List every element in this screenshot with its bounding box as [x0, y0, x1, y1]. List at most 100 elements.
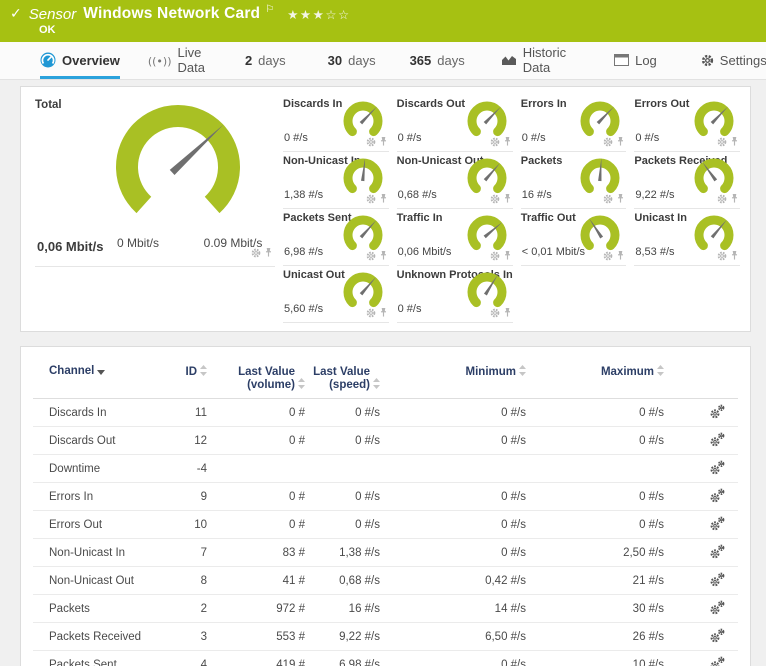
gauge-cell-unknown-protocols-in[interactable]: Unknown Protocols In 0 #/s	[396, 266, 513, 323]
gauge-cell-unicast-in[interactable]: Unicast In 8,53 #/s	[634, 209, 740, 266]
gauge-cell-icons	[603, 136, 625, 147]
gauge-cell-unicast-out[interactable]: Unicast Out 5,60 #/s	[283, 266, 389, 323]
pin-icon[interactable]	[264, 247, 273, 258]
gauge-settings-icon[interactable]	[603, 137, 613, 147]
gauge-cell-icons	[366, 193, 388, 204]
gauge-value: 9,22 #/s	[635, 189, 675, 201]
tab-2-days[interactable]: 2 days	[245, 42, 286, 79]
gauge-settings-icon[interactable]	[366, 137, 376, 147]
cell-maximum: 30 #/s	[632, 602, 664, 615]
channel-settings-button[interactable]	[709, 404, 726, 419]
pin-icon[interactable]	[730, 136, 739, 147]
gauge-cell-traffic-in[interactable]: Traffic In 0,06 Mbit/s	[396, 209, 513, 266]
gauge-cell-icons	[603, 250, 625, 261]
column-header-vol[interactable]: Last Value (volume)	[207, 365, 305, 391]
tab-settings[interactable]: Settings	[701, 42, 766, 79]
gauge-settings-icon[interactable]	[717, 137, 727, 147]
table-row-errors-out[interactable]: Errors Out 10 0 # 0 #/s 0 #/s 0 #/s	[33, 511, 738, 539]
pin-icon[interactable]	[379, 136, 388, 147]
gauge-settings-icon[interactable]	[490, 308, 500, 318]
gauge-settings-icon[interactable]	[490, 194, 500, 204]
pin-icon[interactable]	[503, 193, 512, 204]
table-row-non-unicast-in[interactable]: Non-Unicast In 7 83 # 1,38 #/s 0 #/s 2,50 #/s	[33, 539, 738, 567]
channel-settings-button[interactable]	[709, 572, 726, 587]
overview-gauges-panel: Total 0 Mbit/s 0.09 Mbit/s 0,06 Mbit/s D…	[20, 86, 751, 332]
pin-icon[interactable]	[616, 136, 625, 147]
gauge-cell-non-unicast-in[interactable]: Non-Unicast In 1,38 #/s	[283, 152, 389, 209]
gauge-cell-total[interactable]: Total 0 Mbit/s 0.09 Mbit/s 0,06 Mbit/s	[35, 95, 275, 267]
gauge-settings-icon[interactable]	[603, 194, 613, 204]
gauge-settings-icon[interactable]	[251, 248, 261, 258]
prtg-sensor-page: ✓ Sensor Windows Network Card ⚐ ★★★☆☆ OK…	[0, 0, 766, 666]
pin-icon[interactable]	[616, 193, 625, 204]
gauge-settings-icon[interactable]	[717, 251, 727, 261]
column-header-id[interactable]: ID	[159, 365, 207, 378]
gauge-cell-discards-in[interactable]: Discards In 0 #/s	[283, 95, 389, 152]
table-row-packets-received[interactable]: Packets Received 3 553 # 9,22 #/s 6,50 #/s 26…	[33, 623, 738, 651]
pin-icon[interactable]	[379, 193, 388, 204]
channel-settings-button[interactable]	[709, 488, 726, 503]
column-header-max[interactable]: Maximum	[526, 365, 664, 378]
pin-icon[interactable]	[730, 193, 739, 204]
cell-last-value-speed: 16 #/s	[348, 602, 380, 615]
pin-icon[interactable]	[503, 136, 512, 147]
channel-settings-button[interactable]	[709, 432, 726, 447]
channel-settings-button[interactable]	[709, 628, 726, 643]
gauge-value: < 0,01 Mbit/s	[521, 246, 586, 258]
cell-maximum: 0 #/s	[639, 406, 664, 419]
column-header-speed[interactable]: Last Value (speed)	[305, 365, 380, 391]
priority-flag-icon[interactable]: ⚐	[265, 4, 274, 15]
column-label: Minimum	[465, 366, 516, 378]
gauge-settings-icon[interactable]	[717, 194, 727, 204]
table-row-downtime[interactable]: Downtime -4	[33, 455, 738, 483]
gauge-cell-discards-out[interactable]: Discards Out 0 #/s	[396, 95, 513, 152]
pin-icon[interactable]	[379, 307, 388, 318]
tab-overview[interactable]: Overview	[40, 42, 120, 79]
tab-live-data[interactable]: ((•)) Live Data	[148, 42, 205, 79]
pin-icon[interactable]	[616, 250, 625, 261]
channel-settings-button[interactable]	[709, 460, 726, 475]
channel-settings-button[interactable]	[709, 656, 726, 666]
gear-icon	[701, 54, 714, 67]
table-row-packets[interactable]: Packets 2 972 # 16 #/s 14 #/s 30 #/s	[33, 595, 738, 623]
gauge-cell-packets-received[interactable]: Packets Received 9,22 #/s	[634, 152, 740, 209]
cell-last-value-volume: 972 #	[276, 602, 305, 615]
pin-icon[interactable]	[503, 250, 512, 261]
table-row-discards-in[interactable]: Discards In 11 0 # 0 #/s 0 #/s 0 #/s	[33, 399, 738, 427]
column-header-min[interactable]: Minimum	[380, 365, 526, 378]
priority-stars[interactable]: ★★★☆☆	[287, 7, 351, 22]
gauge-settings-icon[interactable]	[366, 251, 376, 261]
channel-settings-button[interactable]	[709, 516, 726, 531]
gauge-cell-packets[interactable]: Packets 16 #/s	[520, 152, 627, 209]
gauge-cell-errors-out[interactable]: Errors Out 0 #/s	[634, 95, 740, 152]
table-row-non-unicast-out[interactable]: Non-Unicast Out 8 41 # 0,68 #/s 0,42 #/s 21 #…	[33, 567, 738, 595]
gauge-cell-errors-in[interactable]: Errors In 0 #/s	[520, 95, 627, 152]
table-row-errors-in[interactable]: Errors In 9 0 # 0 #/s 0 #/s 0 #/s	[33, 483, 738, 511]
pin-icon[interactable]	[503, 307, 512, 318]
channel-settings-button[interactable]	[709, 600, 726, 615]
gauge-cell-packets-sent[interactable]: Packets Sent 6,98 #/s	[283, 209, 389, 266]
gauge-settings-icon[interactable]	[490, 137, 500, 147]
tab-historic-data[interactable]: Historic Data	[501, 42, 566, 79]
channel-settings-button[interactable]	[709, 544, 726, 559]
gauge-cell-traffic-out[interactable]: Traffic Out < 0,01 Mbit/s	[520, 209, 627, 266]
gauge-settings-icon[interactable]	[490, 251, 500, 261]
gauge-settings-icon[interactable]	[366, 308, 376, 318]
tab-log[interactable]: Log	[614, 42, 657, 79]
gauge-cell-non-unicast-out[interactable]: Non-Unicast Out 0,68 #/s	[396, 152, 513, 209]
gauge-cell-icons	[717, 136, 739, 147]
column-header-channel[interactable]: Channel	[33, 365, 159, 377]
pin-icon[interactable]	[730, 250, 739, 261]
table-row-discards-out[interactable]: Discards Out 12 0 # 0 #/s 0 #/s 0 #/s	[33, 427, 738, 455]
gauge-settings-icon[interactable]	[366, 194, 376, 204]
cell-minimum: 0 #/s	[501, 490, 526, 503]
tab-label: Historic Data	[522, 45, 567, 75]
cell-minimum: 0 #/s	[501, 434, 526, 447]
cell-id: 9	[200, 490, 207, 503]
tab-30-days[interactable]: 30 days	[328, 42, 376, 79]
cell-id: 4	[200, 658, 207, 666]
gauge-settings-icon[interactable]	[603, 251, 613, 261]
table-row-packets-sent[interactable]: Packets Sent 4 419 # 6,98 #/s 0 #/s 10 #/s	[33, 651, 738, 666]
tab-365-days[interactable]: 365 days	[410, 42, 465, 79]
pin-icon[interactable]	[379, 250, 388, 261]
